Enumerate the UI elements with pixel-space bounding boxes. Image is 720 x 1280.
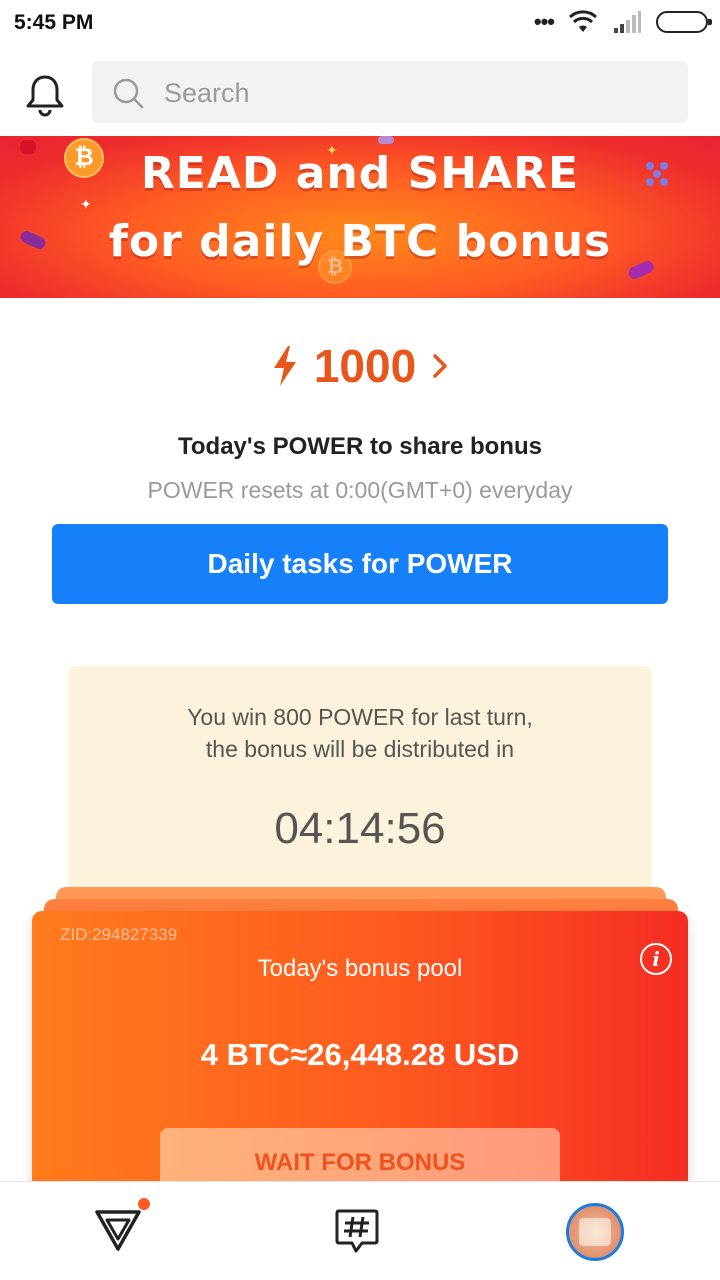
status-time: 5:45 PM: [14, 11, 94, 34]
status-icons: •••: [533, 9, 712, 34]
last-turn-info-card: You win 800 POWER for last turn, the bon…: [68, 666, 652, 906]
notification-dot: [138, 1198, 150, 1210]
bell-icon[interactable]: [24, 73, 66, 117]
nav-home[interactable]: [0, 1182, 240, 1280]
power-value: 1000: [313, 340, 417, 392]
bottom-nav: [0, 1181, 720, 1280]
wifi-icon: [568, 10, 598, 32]
distribution-text: the bonus will be distributed in: [205, 736, 515, 762]
lightning-bolt-icon: [273, 346, 296, 386]
nav-topics[interactable]: [240, 1182, 480, 1280]
daily-tasks-button[interactable]: Daily tasks for POWER: [52, 524, 668, 604]
countdown-timer: 04:14:56: [274, 804, 446, 853]
zid-label: ZID:294827339: [60, 925, 178, 944]
home-triangle-icon: [95, 1210, 141, 1251]
search-icon: [113, 78, 144, 109]
search-input[interactable]: Search: [92, 61, 688, 123]
bonus-pool-card: ZID:294827339 Today's bonus pool i 4 BTC…: [32, 911, 688, 1211]
banner-subheadline: for daily BTC bonus: [108, 216, 612, 267]
signal-icon: [614, 11, 641, 33]
last-turn-text: You win 800 POWER for last turn,: [187, 704, 533, 730]
bonus-pool-title: Today's bonus pool: [257, 955, 463, 982]
chevron-right-icon: [433, 354, 447, 378]
avatar: [566, 1203, 624, 1261]
avatar-image: [579, 1218, 611, 1246]
top-header: Search: [0, 48, 720, 136]
more-dots-icon: •••: [533, 9, 555, 34]
info-icon[interactable]: i: [640, 943, 672, 975]
status-bar: 5:45 PM •••: [0, 0, 720, 48]
banner-headline: READ and SHARE: [140, 148, 580, 199]
power-title: Today's POWER to share bonus: [178, 433, 542, 460]
power-value-row[interactable]: 1000: [0, 338, 720, 394]
bonus-pool-amount: 4 BTC≈26,448.28 USD: [200, 1037, 520, 1072]
power-reset-note: POWER resets at 0:00(GMT+0) everyday: [147, 477, 573, 503]
confetti-decoration: [378, 136, 394, 144]
hashtag-chat-icon: [335, 1209, 379, 1253]
search-placeholder: Search: [164, 78, 250, 108]
battery-icon: [656, 11, 712, 33]
nav-profile[interactable]: [480, 1182, 720, 1280]
promo-banner[interactable]: ₿ ₿ ✦ ✦ READ and SHARE for daily BTC bon…: [0, 136, 720, 298]
